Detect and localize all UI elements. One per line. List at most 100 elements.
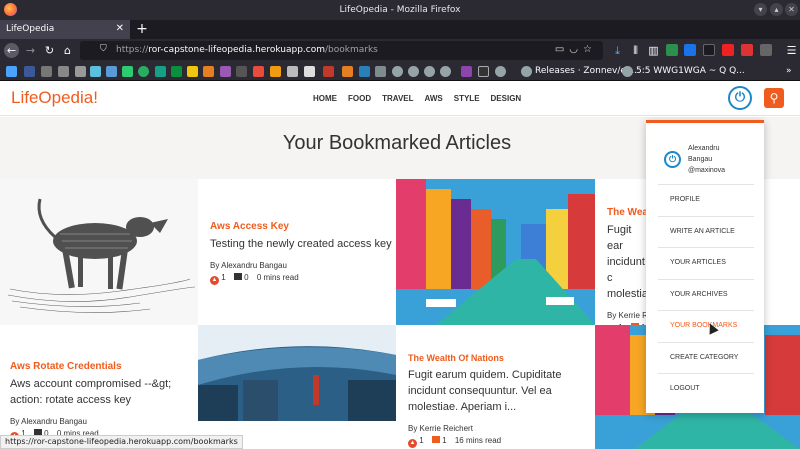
- bookmark-icon[interactable]: [461, 66, 472, 77]
- url-text[interactable]: https://ror-capstone-lifeopedia.herokuap…: [116, 45, 378, 55]
- globe-icon[interactable]: [622, 66, 633, 77]
- bookmark-icon[interactable]: [106, 66, 117, 77]
- bookmark-icon[interactable]: [253, 66, 264, 77]
- vote-icon[interactable]: ▲: [210, 276, 219, 285]
- app-menu-icon[interactable]: ☰: [784, 43, 799, 58]
- address-bar[interactable]: ⛉ https://ror-capstone-lifeopedia.heroku…: [80, 41, 603, 60]
- close-tab-icon[interactable]: ✕: [116, 23, 124, 34]
- bookmark-icon[interactable]: [75, 66, 86, 77]
- menu-write-article[interactable]: WRITE AN ARTICLE: [658, 216, 754, 246]
- article-title[interactable]: Fugit earum quidem. Cupiditate incidunt …: [408, 367, 578, 415]
- tab-lifeopedia[interactable]: LifeOpedia ✕: [0, 20, 130, 39]
- globe-icon[interactable]: [440, 66, 451, 77]
- close-window-icon[interactable]: ✕: [785, 3, 798, 16]
- home-icon[interactable]: ⌂: [60, 43, 75, 58]
- minimize-icon[interactable]: ▾: [754, 3, 767, 16]
- extension-2-icon[interactable]: [684, 44, 696, 56]
- article-title[interactable]: Aws account compromised --&gt; action: r…: [10, 376, 180, 408]
- article-title[interactable]: Fugit ear incidunt c molestiae: [607, 222, 654, 302]
- bookmark-icon[interactable]: [323, 66, 334, 77]
- bookmark-icon[interactable]: [375, 66, 386, 77]
- comment-icon: [233, 273, 242, 280]
- reload-icon[interactable]: ↻: [42, 43, 57, 58]
- bookmark-icon[interactable]: [187, 66, 198, 77]
- bookmark-icon[interactable]: [220, 66, 231, 77]
- tracking-protection-icon[interactable]: ⛉: [100, 44, 107, 54]
- globe-icon[interactable]: [408, 66, 419, 77]
- bookmark-icon[interactable]: [342, 66, 353, 77]
- globe-icon[interactable]: [424, 66, 435, 77]
- extension-3-icon[interactable]: [703, 44, 715, 56]
- maximize-icon[interactable]: ▴: [770, 3, 783, 16]
- bookmark-wwg1wga[interactable]: 5:5 WWG1WGA ~ Q Q...: [636, 66, 745, 76]
- bookmark-icon[interactable]: [24, 66, 35, 77]
- bookmark-icon[interactable]: [122, 66, 133, 77]
- nav-food[interactable]: FOOD: [348, 94, 371, 103]
- bookmark-icon[interactable]: [90, 66, 101, 77]
- article-category[interactable]: Aws Access Key: [210, 221, 396, 232]
- bookmark-icon[interactable]: [236, 66, 247, 77]
- menu-your-archives[interactable]: YOUR ARCHIVES: [658, 279, 754, 309]
- article-card-wealth-of-nations[interactable]: The Wealth Of Nations Fugit earum quidem…: [396, 325, 595, 449]
- burano-canal-photo: [396, 179, 595, 325]
- extension-1-icon[interactable]: [666, 44, 678, 56]
- globe-icon[interactable]: [495, 66, 506, 77]
- article-category[interactable]: Aws Rotate Credentials: [10, 361, 198, 372]
- bookmark-icon[interactable]: [138, 66, 149, 77]
- article-image-burano-canal[interactable]: [396, 179, 595, 325]
- nav-travel[interactable]: TRAVEL: [382, 94, 413, 103]
- bookmark-star-icon[interactable]: ☆: [583, 44, 597, 55]
- menu-logout[interactable]: LOGOUT: [658, 373, 754, 403]
- bookmarks-overflow-icon[interactable]: »: [786, 66, 792, 76]
- search-icon[interactable]: ⚲: [764, 88, 784, 108]
- forward-icon[interactable]: →: [23, 43, 38, 58]
- downloads-icon[interactable]: ⤓: [610, 43, 625, 58]
- bookmark-icon[interactable]: [359, 66, 370, 77]
- url-host: ror-capstone-lifeopedia.herokuapp.com: [148, 45, 326, 55]
- menu-profile[interactable]: PROFILE: [658, 184, 754, 214]
- menu-create-category[interactable]: CREATE CATEGORY: [658, 342, 754, 372]
- site-logo[interactable]: LifeOpedia!: [11, 88, 98, 108]
- user-name: Alexandru Bangau @maxinova: [688, 143, 758, 176]
- article-author: By Alexandru Bangau: [10, 417, 87, 426]
- urlbar-actions: ▭◡☆: [555, 44, 597, 55]
- library-icon[interactable]: ⫴: [628, 43, 643, 58]
- bookmark-icon[interactable]: [155, 66, 166, 77]
- article-title[interactable]: Testing the newly created access key: [210, 236, 396, 252]
- tab-label: LifeOpedia: [6, 24, 55, 34]
- bookmark-icon[interactable]: [41, 66, 52, 77]
- globe-icon[interactable]: [521, 66, 532, 77]
- bookmark-icon[interactable]: [478, 66, 489, 77]
- nav-aws[interactable]: AWS: [425, 94, 443, 103]
- article-card-aws-rotate-credentials[interactable]: Aws Rotate Credentials Aws account compr…: [0, 325, 198, 449]
- menu-your-articles[interactable]: YOUR ARTICLES: [658, 247, 754, 277]
- sidebar-icon[interactable]: ▥: [646, 43, 661, 58]
- bookmark-icon[interactable]: [6, 66, 17, 77]
- article-category[interactable]: The Wealth Of Nations: [408, 353, 595, 363]
- ublock-icon[interactable]: [722, 44, 734, 56]
- article-image-airplane-cabin[interactable]: [198, 325, 396, 421]
- nav-style[interactable]: STYLE: [454, 94, 480, 103]
- back-icon[interactable]: ←: [4, 43, 19, 58]
- article-image-robot-dog[interactable]: [0, 179, 198, 325]
- user-last-name: Bangau: [688, 156, 713, 163]
- extension-5-icon[interactable]: [741, 44, 753, 56]
- bookmark-icon[interactable]: [203, 66, 214, 77]
- reader-view-icon[interactable]: ▭: [555, 44, 569, 55]
- main-nav: HOME FOOD TRAVEL AWS STYLE DESIGN: [313, 94, 521, 103]
- pocket-icon[interactable]: ◡: [569, 44, 583, 55]
- user-info: ⏻ Alexandru Bangau @maxinova: [658, 143, 754, 179]
- new-tab-button[interactable]: +: [134, 21, 150, 37]
- bookmark-icon[interactable]: [270, 66, 281, 77]
- bookmark-icon[interactable]: [171, 66, 182, 77]
- article-card-aws-access-key[interactable]: Aws Access Key Testing the newly created…: [198, 179, 396, 325]
- nav-design[interactable]: DESIGN: [491, 94, 522, 103]
- bookmark-icon[interactable]: [304, 66, 315, 77]
- extension-6-icon[interactable]: [760, 44, 772, 56]
- bookmark-icon[interactable]: [58, 66, 69, 77]
- bookmark-icon[interactable]: [287, 66, 298, 77]
- vote-icon[interactable]: ▲: [408, 439, 417, 448]
- globe-icon[interactable]: [392, 66, 403, 77]
- user-menu-power-icon[interactable]: ⏻: [728, 86, 752, 110]
- nav-home[interactable]: HOME: [313, 94, 337, 103]
